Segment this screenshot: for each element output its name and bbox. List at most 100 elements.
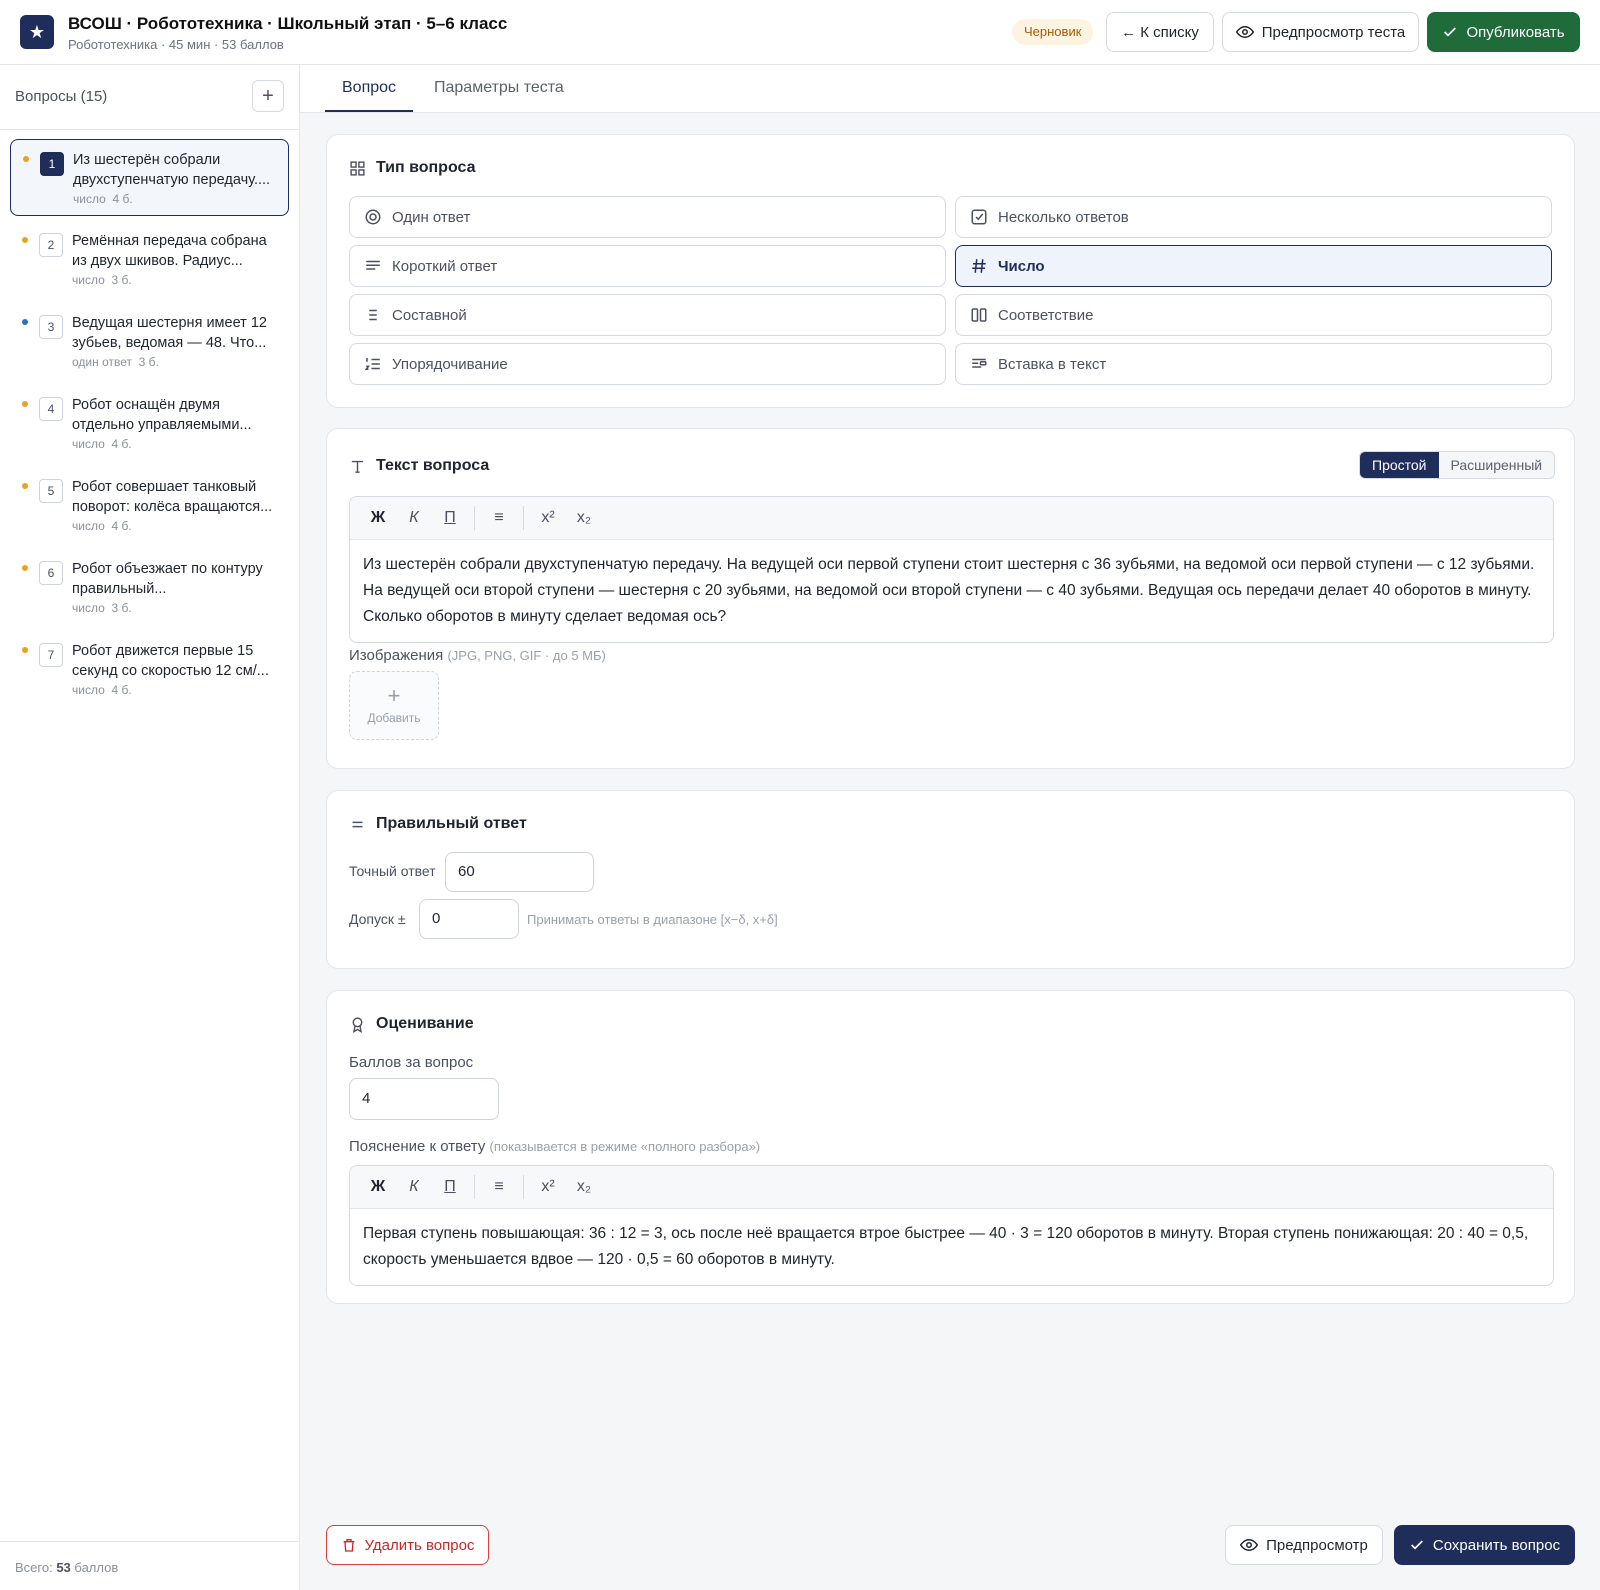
delete-question-button[interactable]: Удалить вопрос [326, 1525, 489, 1565]
bold-button[interactable]: Ж [360, 503, 396, 533]
save-question-button[interactable]: Сохранить вопрос [1394, 1525, 1575, 1565]
type-option-single[interactable]: Один ответ [349, 196, 946, 238]
preview-question-label: Предпросмотр [1266, 1536, 1368, 1554]
question-list-item[interactable]: 7 Робот движется первые 15 секунд со ско… [10, 631, 289, 708]
question-text-heading: Текст вопроса [376, 457, 490, 474]
type-option-ordering[interactable]: Упорядочивание [349, 343, 946, 385]
type-option-label: Вставка в текст [998, 355, 1107, 373]
question-number: 4 [39, 397, 63, 421]
type-option-number[interactable]: Число [955, 245, 1552, 287]
question-list-item[interactable]: 6 Робот объезжает по контуру правильный.… [10, 549, 289, 626]
underline-button[interactable]: П [432, 503, 468, 533]
status-dot [22, 647, 28, 653]
test-title: ВСОШ · Робототехника · Школьный этап · 5… [68, 14, 508, 33]
toolbar-divider [474, 1175, 475, 1199]
back-to-list-label: ← К списку [1121, 23, 1199, 41]
app-header: ★ ВСОШ · Робототехника · Школьный этап ·… [0, 0, 1600, 65]
bold-button[interactable]: Ж [360, 1172, 396, 1202]
status-dot [22, 565, 28, 571]
question-points: 3 б. [111, 273, 132, 287]
question-meta: число 3 б. [72, 601, 132, 615]
tolerance-label: Допуск ± [349, 911, 406, 927]
list-button[interactable]: ≡ [481, 503, 517, 533]
underline-button[interactable]: П [432, 1172, 468, 1202]
publish-label: Опубликовать [1466, 23, 1565, 41]
mode-advanced-button[interactable]: Расширенный [1439, 452, 1555, 478]
question-list-item[interactable]: 2 Ремённая передача собрана из двух шкив… [10, 221, 289, 298]
preview-test-button[interactable]: Предпросмотр теста [1222, 12, 1419, 52]
editor-tabs: Вопрос Параметры теста [300, 65, 1600, 113]
type-option-label: Несколько ответов [998, 208, 1129, 226]
superscript-button[interactable]: x² [530, 1172, 566, 1202]
status-dot [22, 319, 28, 325]
type-option-label: Соответствие [998, 306, 1094, 324]
images-label-text: Изображения [349, 647, 444, 664]
question-list-item[interactable]: 5 Робот совершает танковый поворот: колё… [10, 467, 289, 544]
exact-answer-label: Точный ответ [349, 863, 436, 879]
mode-simple-button[interactable]: Простой [1360, 452, 1439, 478]
question-list-item[interactable]: 4 Робот оснащён двумя отдельно управляем… [10, 385, 289, 462]
superscript-button[interactable]: x² [530, 503, 566, 533]
list-button[interactable]: ≡ [481, 1172, 517, 1202]
trash-icon [341, 1537, 357, 1553]
sidebar-header: Вопросы (15) + [0, 65, 299, 130]
preview-question-button[interactable]: Предпросмотр [1225, 1525, 1383, 1565]
question-preview-text: Робот объезжает по контуру правильный... [72, 561, 263, 597]
question-type: число [72, 601, 105, 615]
subscript-button[interactable]: x₂ [566, 1172, 602, 1202]
italic-button[interactable]: К [396, 1172, 432, 1202]
text-insert-icon [970, 355, 988, 373]
points-input[interactable]: 4 [349, 1078, 499, 1120]
back-to-list-button[interactable]: ← К списку [1106, 12, 1214, 52]
explanation-editor: Ж К П ≡ x² x₂ Первая ступень повышающая:… [349, 1165, 1554, 1286]
add-image-button[interactable]: + Добавить [349, 671, 439, 740]
tab-question[interactable]: Вопрос [325, 65, 414, 112]
star-logo-icon: ★ [20, 15, 54, 49]
type-option-matching[interactable]: Соответствие [955, 294, 1552, 336]
subscript-button[interactable]: x₂ [566, 503, 602, 533]
add-question-button[interactable]: + [252, 80, 284, 112]
question-type: число [72, 519, 105, 533]
question-number: 5 [39, 479, 63, 503]
exact-answer-input[interactable]: 60 [445, 852, 594, 892]
italic-button[interactable]: К [396, 503, 432, 533]
type-option-label: Один ответ [392, 208, 471, 226]
type-option-short[interactable]: Короткий ответ [349, 245, 946, 287]
test-subtitle: Робототехника · 45 мин · 53 баллов [68, 37, 284, 52]
radio-icon [364, 208, 382, 226]
question-meta: число 3 б. [72, 273, 132, 287]
publish-button[interactable]: Опубликовать [1427, 12, 1580, 52]
question-text-input[interactable]: Из шестерён собрали двухступенчатую пере… [350, 540, 1553, 642]
list-icon [364, 306, 382, 324]
correct-answer-title: Правильный ответ [349, 815, 527, 833]
question-number: 7 [39, 643, 63, 667]
question-meta: число 4 б. [73, 192, 133, 206]
grading-heading: Оценивание [376, 1015, 474, 1032]
question-points: 3 б. [138, 355, 159, 369]
question-meta: число 4 б. [72, 437, 132, 451]
question-number: 2 [39, 233, 63, 257]
question-meta: число 4 б. [72, 519, 132, 533]
question-list-item[interactable]: 1 Из шестерён собрали двухступенчатую пе… [10, 139, 289, 216]
explanation-input[interactable]: Первая ступень повышающая: 36 : 12 = 3, … [350, 1209, 1553, 1285]
status-badge: Черновик [1012, 19, 1094, 45]
check-icon [1409, 1537, 1425, 1553]
award-icon [349, 1016, 366, 1033]
type-option-composite[interactable]: Составной [349, 294, 946, 336]
question-preview-text: Робот оснащён двумя отдельно управляемым… [72, 397, 252, 433]
eye-icon [1240, 1536, 1259, 1554]
question-points: 3 б. [111, 601, 132, 615]
question-type: один ответ [72, 355, 132, 369]
check-icon [1442, 24, 1458, 40]
question-type: число [72, 683, 105, 697]
total-prefix: Всего: [15, 1560, 53, 1575]
tolerance-input[interactable]: 0 [419, 899, 519, 939]
type-option-multiple[interactable]: Несколько ответов [955, 196, 1552, 238]
question-text-card: Текст вопроса Простой Расширенный Ж К П … [326, 428, 1575, 769]
tolerance-hint: Принимать ответы в диапазоне [x−δ, x+δ] [527, 912, 778, 927]
tab-test-settings[interactable]: Параметры теста [417, 65, 581, 112]
question-number: 1 [40, 152, 64, 176]
type-option-label: Число [998, 257, 1045, 275]
type-option-text-insert[interactable]: Вставка в текст [955, 343, 1552, 385]
question-list-item[interactable]: 3 Ведущая шестерня имеет 12 зубьев, ведо… [10, 303, 289, 380]
